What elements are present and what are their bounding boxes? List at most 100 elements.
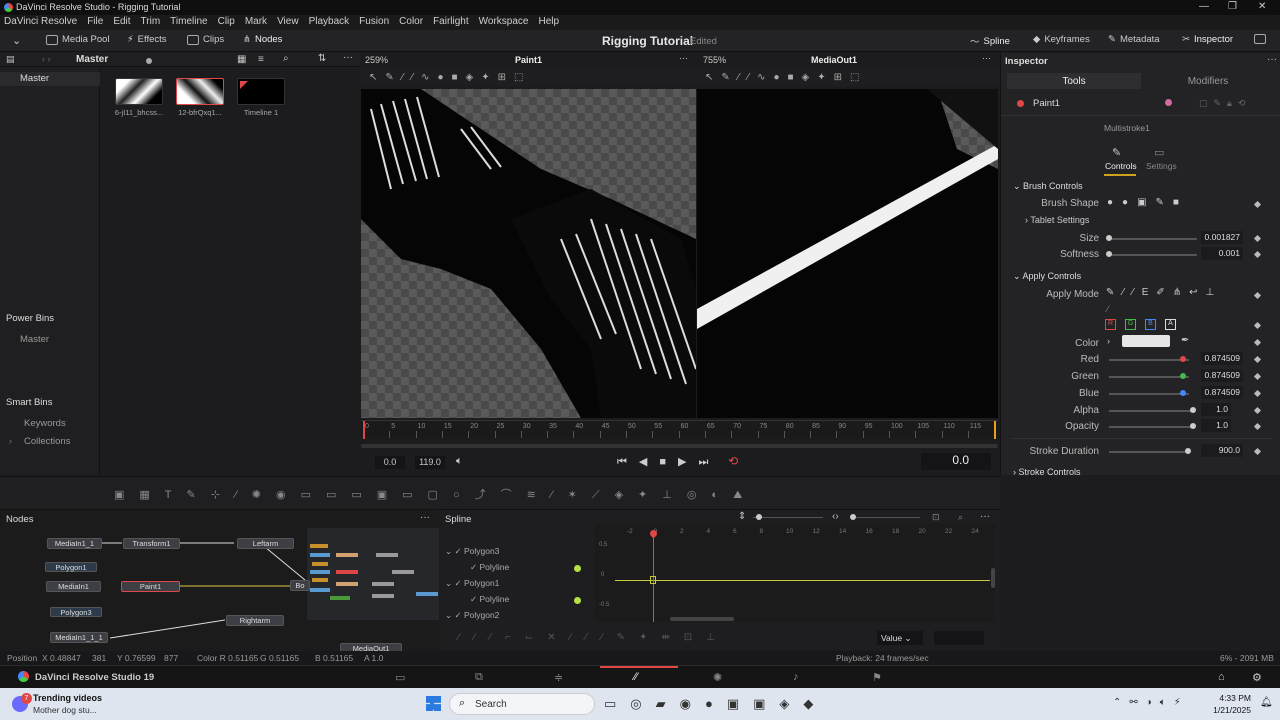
clip-thumbnail[interactable] [115, 78, 163, 105]
keyframe-icon[interactable] [1253, 447, 1262, 456]
inspector-button[interactable]: ✂ Inspector [1182, 34, 1233, 45]
spline-tree-item[interactable]: ✓ Polyline [470, 562, 509, 573]
green-slider[interactable] [1109, 376, 1189, 378]
menu-item[interactable]: Mark [245, 16, 267, 27]
blue-field[interactable]: 0.874509 [1201, 386, 1243, 399]
stroke-duration-field[interactable]: 900.0 [1201, 444, 1243, 457]
page-cut-icon[interactable]: ⧉ [475, 671, 483, 684]
back-forward-icon[interactable]: ‹ › [42, 54, 51, 64]
brush-shape-buttons-icon[interactable]: ●●▣✎■ [1107, 197, 1188, 208]
tool-actions-icon[interactable]: ▢✎🔒︎⟲ [1199, 98, 1251, 109]
spline-value-field[interactable] [934, 631, 984, 645]
taskbar-apps-icon[interactable]: ▭◎▰◉●▣▣◈◆ [604, 696, 827, 712]
tab-modifiers[interactable]: Modifiers [1141, 73, 1275, 89]
menu-item[interactable]: Help [538, 16, 559, 27]
render-start-field[interactable]: 0.0 [375, 456, 405, 469]
viewer2-zoom[interactable]: 755% [703, 55, 726, 65]
node-mediain1-1-1[interactable]: MediaIn1_1_1 [50, 632, 108, 643]
inspector-more-icon[interactable]: ··· [1267, 54, 1277, 65]
softness-slider[interactable] [1109, 254, 1197, 256]
fit-icon[interactable]: ⊡ [932, 512, 940, 523]
size-slider[interactable] [1109, 238, 1197, 240]
node-polygon3[interactable]: Polygon3 [50, 607, 102, 617]
minimize-icon[interactable]: — [1199, 1, 1209, 12]
viewer1-zoom[interactable]: 259% [365, 55, 388, 65]
keyframe-point[interactable] [650, 576, 656, 584]
channel-r[interactable]: R [1105, 319, 1116, 330]
channel-b[interactable]: B [1145, 319, 1156, 330]
keyframe-icon[interactable] [1253, 338, 1262, 347]
subtab-controls[interactable]: Controls [1105, 161, 1137, 171]
keyframe-icon[interactable] [1253, 291, 1262, 300]
sidebar-toggle-icon[interactable]: ▤ [6, 54, 15, 65]
windows-start-icon[interactable] [426, 696, 441, 711]
h-zoom-slider[interactable] [850, 517, 920, 518]
brush-controls-header[interactable]: ⌄ Brush Controls [1013, 181, 1083, 192]
menu-item[interactable]: Playback [309, 16, 350, 27]
spline-curve[interactable] [615, 580, 990, 581]
metadata-button[interactable]: ✎ Metadata [1108, 34, 1160, 45]
color-expand-icon[interactable]: › [1107, 336, 1110, 346]
page-deliver-icon[interactable]: ⚑ [872, 671, 882, 684]
menu-item[interactable]: Fairlight [433, 16, 469, 27]
alpha-field[interactable]: 1.0 [1201, 403, 1231, 416]
playhead[interactable] [363, 421, 365, 439]
tray-icons[interactable]: ⌃⚯◑🔈︎⚡︎ [1113, 697, 1189, 708]
gear-icon[interactable]: ⚙ [1252, 671, 1262, 684]
render-end-field[interactable]: 119.0 [415, 456, 445, 469]
keyframes-button[interactable]: ◆ Keyframes [1033, 34, 1090, 45]
menu-item[interactable]: File [87, 16, 103, 27]
stroke-duration-knob[interactable] [1185, 448, 1191, 454]
value-dropdown[interactable]: Value ⌄ [877, 631, 923, 645]
menu-item[interactable]: Clip [218, 16, 235, 27]
timeline-thumbnail[interactable] [237, 78, 285, 105]
size-slider-knob[interactable] [1106, 235, 1112, 241]
keyframe-icon[interactable] [1253, 422, 1262, 431]
red-slider-knob[interactable] [1180, 356, 1186, 362]
paint-tools2-icon[interactable]: ↖✎⁄⁄∿●■◈✦⊞⬚ [705, 72, 867, 83]
power-bin-master[interactable]: Master [20, 334, 49, 345]
spline-tree-item[interactable]: ⌄ ✓ Polygon3 [445, 546, 499, 557]
list-view-icon[interactable]: ≡ [258, 54, 264, 65]
controls-icon[interactable]: ✎ [1112, 146, 1121, 159]
fusion-tools-icon[interactable]: ▣▦T✎⊹⁄✺◉▭▭▭▣▭▢○⤴⌒≋⁄✶⟋◈✦⊥◎◐⛰ [114, 486, 757, 502]
spline-vscroll[interactable] [991, 568, 995, 588]
more-icon[interactable]: ··· [343, 52, 353, 63]
page-fairlight-icon[interactable]: ♪ [793, 671, 799, 683]
keyframe-icon[interactable] [1253, 250, 1262, 259]
spline-tools-icon[interactable]: ⁄⁄⁄⌐⌙✕⁄⁄⁄✎✦⇹⊡⊥ [458, 632, 729, 643]
menu-item[interactable]: Fusion [359, 16, 389, 27]
news-subtitle[interactable]: Mother dog stu... [33, 705, 97, 715]
page-media-icon[interactable]: ▭ [395, 671, 405, 684]
chevron-right-icon[interactable]: › [9, 436, 12, 446]
end-marker[interactable] [994, 421, 996, 439]
keyframe-icon[interactable] [1253, 406, 1262, 415]
spline-button[interactable]: 〜 Spline [970, 34, 1010, 49]
fullscreen-icon[interactable] [1254, 34, 1266, 44]
current-frame-field[interactable]: 0.0 [921, 453, 991, 470]
keyframe-icon[interactable] [1253, 389, 1262, 398]
zoom-icon[interactable]: ⌕ [958, 512, 963, 523]
viewer-right[interactable] [697, 89, 998, 418]
subtab-settings[interactable]: Settings [1146, 161, 1177, 171]
page-color-icon[interactable]: ✺ [713, 671, 722, 684]
opacity-field[interactable]: 1.0 [1201, 419, 1231, 432]
color-swatch[interactable] [1122, 335, 1170, 347]
v-zoom-slider[interactable] [753, 517, 823, 518]
stroke-duration-slider[interactable] [1109, 451, 1189, 453]
restore-icon[interactable]: ❐ [1228, 1, 1237, 12]
tool-enable-icon[interactable] [1017, 100, 1024, 107]
spline-hscroll[interactable] [670, 617, 734, 621]
keyframe-icon[interactable] [1253, 321, 1262, 330]
red-field[interactable]: 0.874509 [1201, 352, 1243, 365]
zoom-v-icon[interactable]: ⇕ [738, 511, 746, 522]
smart-bin-keywords[interactable]: Keywords [24, 418, 66, 429]
alpha-slider[interactable] [1109, 410, 1195, 412]
nodes-button[interactable]: ⋔ Nodes [243, 34, 282, 45]
timeline-scrollbar[interactable] [361, 444, 998, 448]
eyedropper-icon[interactable]: ✒ [1181, 335, 1189, 346]
search-icon[interactable]: ⌕ [283, 53, 289, 64]
keyframe-icon[interactable] [1253, 372, 1262, 381]
news-title[interactable]: Trending videos [33, 693, 102, 703]
frame-ruler[interactable]: 0 5 10 15 20 25 30 35 40 45 50 55 60 65 70 75 80 85 90 95 10… [361, 420, 998, 439]
